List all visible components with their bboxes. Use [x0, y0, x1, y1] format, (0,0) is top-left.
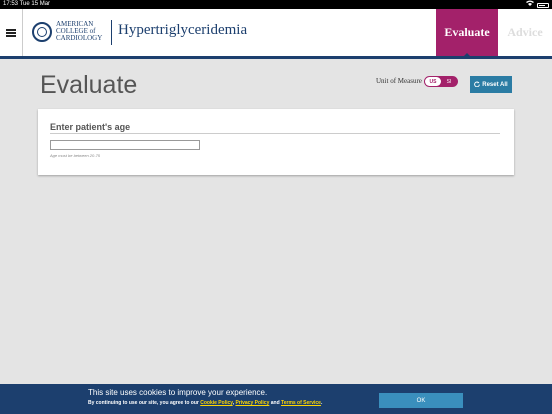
terms-of-service-link[interactable]: Terms of Service	[281, 400, 321, 406]
hamburger-icon	[6, 28, 16, 37]
header-underline	[0, 56, 552, 59]
unit-toggle[interactable]: US SI	[424, 76, 458, 87]
card-divider	[50, 133, 500, 134]
age-help-text: Age must be between 20-75	[50, 153, 101, 158]
privacy-policy-link[interactable]: Privacy Policy	[235, 400, 269, 406]
cookie-message: This site uses cookies to improve your e…	[88, 388, 268, 397]
status-bar: 17:53 Tue 15 Mar	[0, 0, 552, 9]
cookie-consent-text: By continuing to use our site, you agree…	[88, 400, 323, 406]
reset-all-button[interactable]: Reset All	[470, 76, 512, 93]
tab-advice[interactable]: Advice	[498, 9, 552, 56]
age-input[interactable]	[50, 140, 200, 150]
battery-icon	[537, 2, 549, 8]
page-title: Evaluate	[40, 71, 138, 99]
app-title: Hypertriglyceridemia	[118, 22, 248, 38]
status-time: 17:53 Tue 15 Mar	[3, 1, 51, 7]
reset-all-label: Reset All	[482, 81, 508, 88]
acc-seal-icon	[32, 21, 52, 42]
unit-option-si[interactable]: SI	[441, 77, 457, 86]
age-card: Enter patient's age Age must be between …	[38, 109, 514, 175]
app-header: AMERICAN COLLEGE of CARDIOLOGY Hypertrig…	[0, 9, 552, 57]
unit-option-us[interactable]: US	[425, 77, 441, 86]
unit-of-measure-label: Unit of Measure	[376, 77, 422, 85]
title-divider	[111, 20, 112, 45]
tab-evaluate[interactable]: Evaluate	[436, 9, 498, 57]
header-divider	[22, 9, 23, 56]
menu-button[interactable]	[0, 9, 22, 56]
cookie-ok-button[interactable]: OK	[379, 393, 463, 408]
age-card-title: Enter patient's age	[50, 122, 131, 132]
acc-logo: AMERICAN COLLEGE of CARDIOLOGY	[32, 21, 102, 42]
cookie-banner: This site uses cookies to improve your e…	[0, 384, 552, 414]
cookie-policy-link[interactable]: Cookie Policy	[200, 400, 232, 406]
logo-text: AMERICAN COLLEGE of CARDIOLOGY	[56, 20, 103, 42]
refresh-icon	[474, 81, 481, 89]
